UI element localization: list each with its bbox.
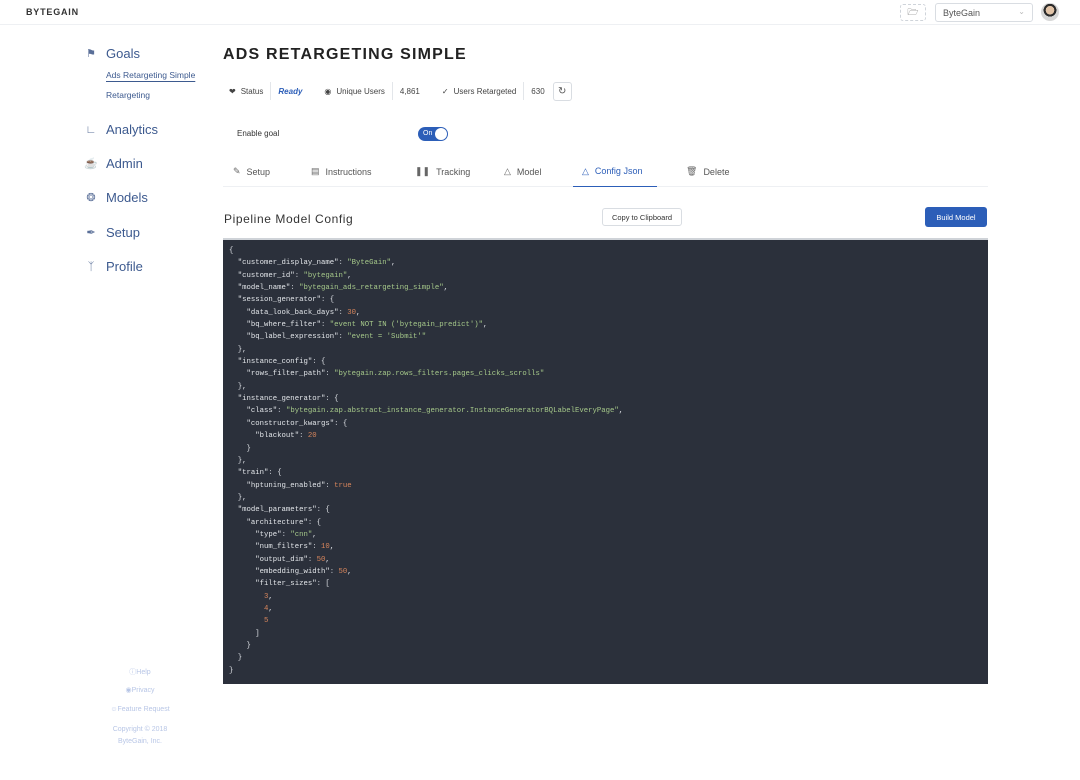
status-label: Status xyxy=(241,87,264,96)
user-icon: ᛉ xyxy=(84,261,98,273)
tab-tracking[interactable]: ❚❚ Tracking xyxy=(415,158,470,187)
divider xyxy=(392,82,393,100)
status-badge: Ready xyxy=(278,87,302,96)
organization-select[interactable]: ByteGain ⌄ xyxy=(935,3,1033,22)
copyright-line-2: ByteGain, Inc. xyxy=(90,738,190,745)
chevron-down-icon: ⌄ xyxy=(1018,7,1025,16)
build-model-button[interactable]: Build Model xyxy=(925,207,987,227)
tab-config-json[interactable]: △ Config Json xyxy=(573,158,657,187)
edit-icon: ✎ xyxy=(233,166,241,177)
top-bar: BYTEGAIN 🗁 ByteGain ⌄ xyxy=(0,0,1080,25)
users-retargeted-value: 630 xyxy=(531,87,544,96)
brand-logo[interactable]: BYTEGAIN xyxy=(26,7,79,17)
sidebar-item-label: Setup xyxy=(106,225,140,240)
heartbeat-icon: ❤ xyxy=(229,87,236,96)
wrench-icon: ✒ xyxy=(84,226,98,239)
enable-goal-toggle[interactable]: On xyxy=(418,127,448,141)
eye-icon: ◉ xyxy=(324,87,331,96)
refresh-button[interactable]: ↻ xyxy=(553,82,572,101)
help-link[interactable]: ⓘHelp xyxy=(90,667,190,677)
sidebar-item-label: Analytics xyxy=(106,122,158,137)
sidebar-item-admin[interactable]: ☕ Admin xyxy=(84,156,143,171)
trash-icon: 🗑 xyxy=(686,166,697,177)
sidebar-item-analytics[interactable]: ∟ Analytics xyxy=(84,122,158,137)
divider xyxy=(270,82,271,100)
tab-delete[interactable]: 🗑 Delete xyxy=(686,158,729,187)
goal-tabs: ✎ Setup ▤ Instructions ❚❚ Tracking △ Mod… xyxy=(223,158,988,187)
feature-request-link[interactable]: ☺Feature Request xyxy=(90,706,190,713)
sidebar-item-goals[interactable]: ⚑ Goals xyxy=(84,46,140,61)
unique-users-label: Unique Users xyxy=(336,87,384,96)
section-title: Pipeline Model Config xyxy=(224,212,353,226)
sidebar-item-label: Goals xyxy=(106,46,140,61)
copyright-line-1: Copyright © 2018 xyxy=(90,726,190,733)
refresh-icon: ↻ xyxy=(558,86,566,97)
sidebar-item-setup[interactable]: ✒ Setup xyxy=(84,225,140,240)
copy-to-clipboard-button[interactable]: Copy to Clipboard xyxy=(602,208,682,226)
sidebar-item-profile[interactable]: ᛉ Profile xyxy=(84,259,143,274)
config-json-code-block[interactable]: { "customer_display_name": "ByteGain", "… xyxy=(223,238,988,684)
toggle-text: On xyxy=(423,130,432,137)
sidebar-subitem-retargeting[interactable]: Retargeting xyxy=(106,90,150,100)
tab-model[interactable]: △ Model xyxy=(504,158,541,187)
sidebar-item-label: Admin xyxy=(106,156,143,171)
page-title: ADS RETARGETING SIMPLE xyxy=(223,46,467,64)
upload-button[interactable]: 🗁 xyxy=(900,4,926,21)
avatar[interactable] xyxy=(1041,3,1059,21)
upload-folder-icon: 🗁 xyxy=(907,5,918,21)
tab-instructions[interactable]: ▤ Instructions xyxy=(311,158,372,187)
network-icon: △ xyxy=(504,166,511,177)
tab-setup[interactable]: ✎ Setup xyxy=(233,158,270,187)
toggle-knob xyxy=(435,128,447,140)
sidebar-item-label: Profile xyxy=(106,259,143,274)
sidebar: ⚑ Goals Ads Retargeting Simple Retargeti… xyxy=(0,25,210,780)
check-icon: ✓ xyxy=(442,87,449,96)
divider xyxy=(523,82,524,100)
cube-icon: ❂ xyxy=(84,191,98,204)
organization-select-value: ByteGain xyxy=(943,8,980,18)
goal-stats-bar: ❤ Status Ready ◉ Unique Users 4,861 ✓ Us… xyxy=(229,81,572,101)
sidebar-subitem-ads-retargeting-simple[interactable]: Ads Retargeting Simple xyxy=(106,70,195,80)
network-icon: △ xyxy=(582,166,589,177)
sidebar-item-label: Models xyxy=(106,190,148,205)
unique-users-value: 4,861 xyxy=(400,87,420,96)
list-icon: ▤ xyxy=(311,166,320,177)
users-retargeted-label: Users Retargeted xyxy=(454,87,517,96)
flag-icon: ⚑ xyxy=(84,47,98,60)
barcode-icon: ❚❚ xyxy=(415,166,430,177)
privacy-link[interactable]: ◉Privacy xyxy=(90,686,190,694)
enable-goal-label: Enable goal xyxy=(237,129,279,138)
mug-icon: ☕ xyxy=(84,157,98,170)
chart-icon: ∟ xyxy=(84,124,98,136)
smile-icon: ☺ xyxy=(110,706,117,713)
sidebar-item-models[interactable]: ❂ Models xyxy=(84,190,148,205)
